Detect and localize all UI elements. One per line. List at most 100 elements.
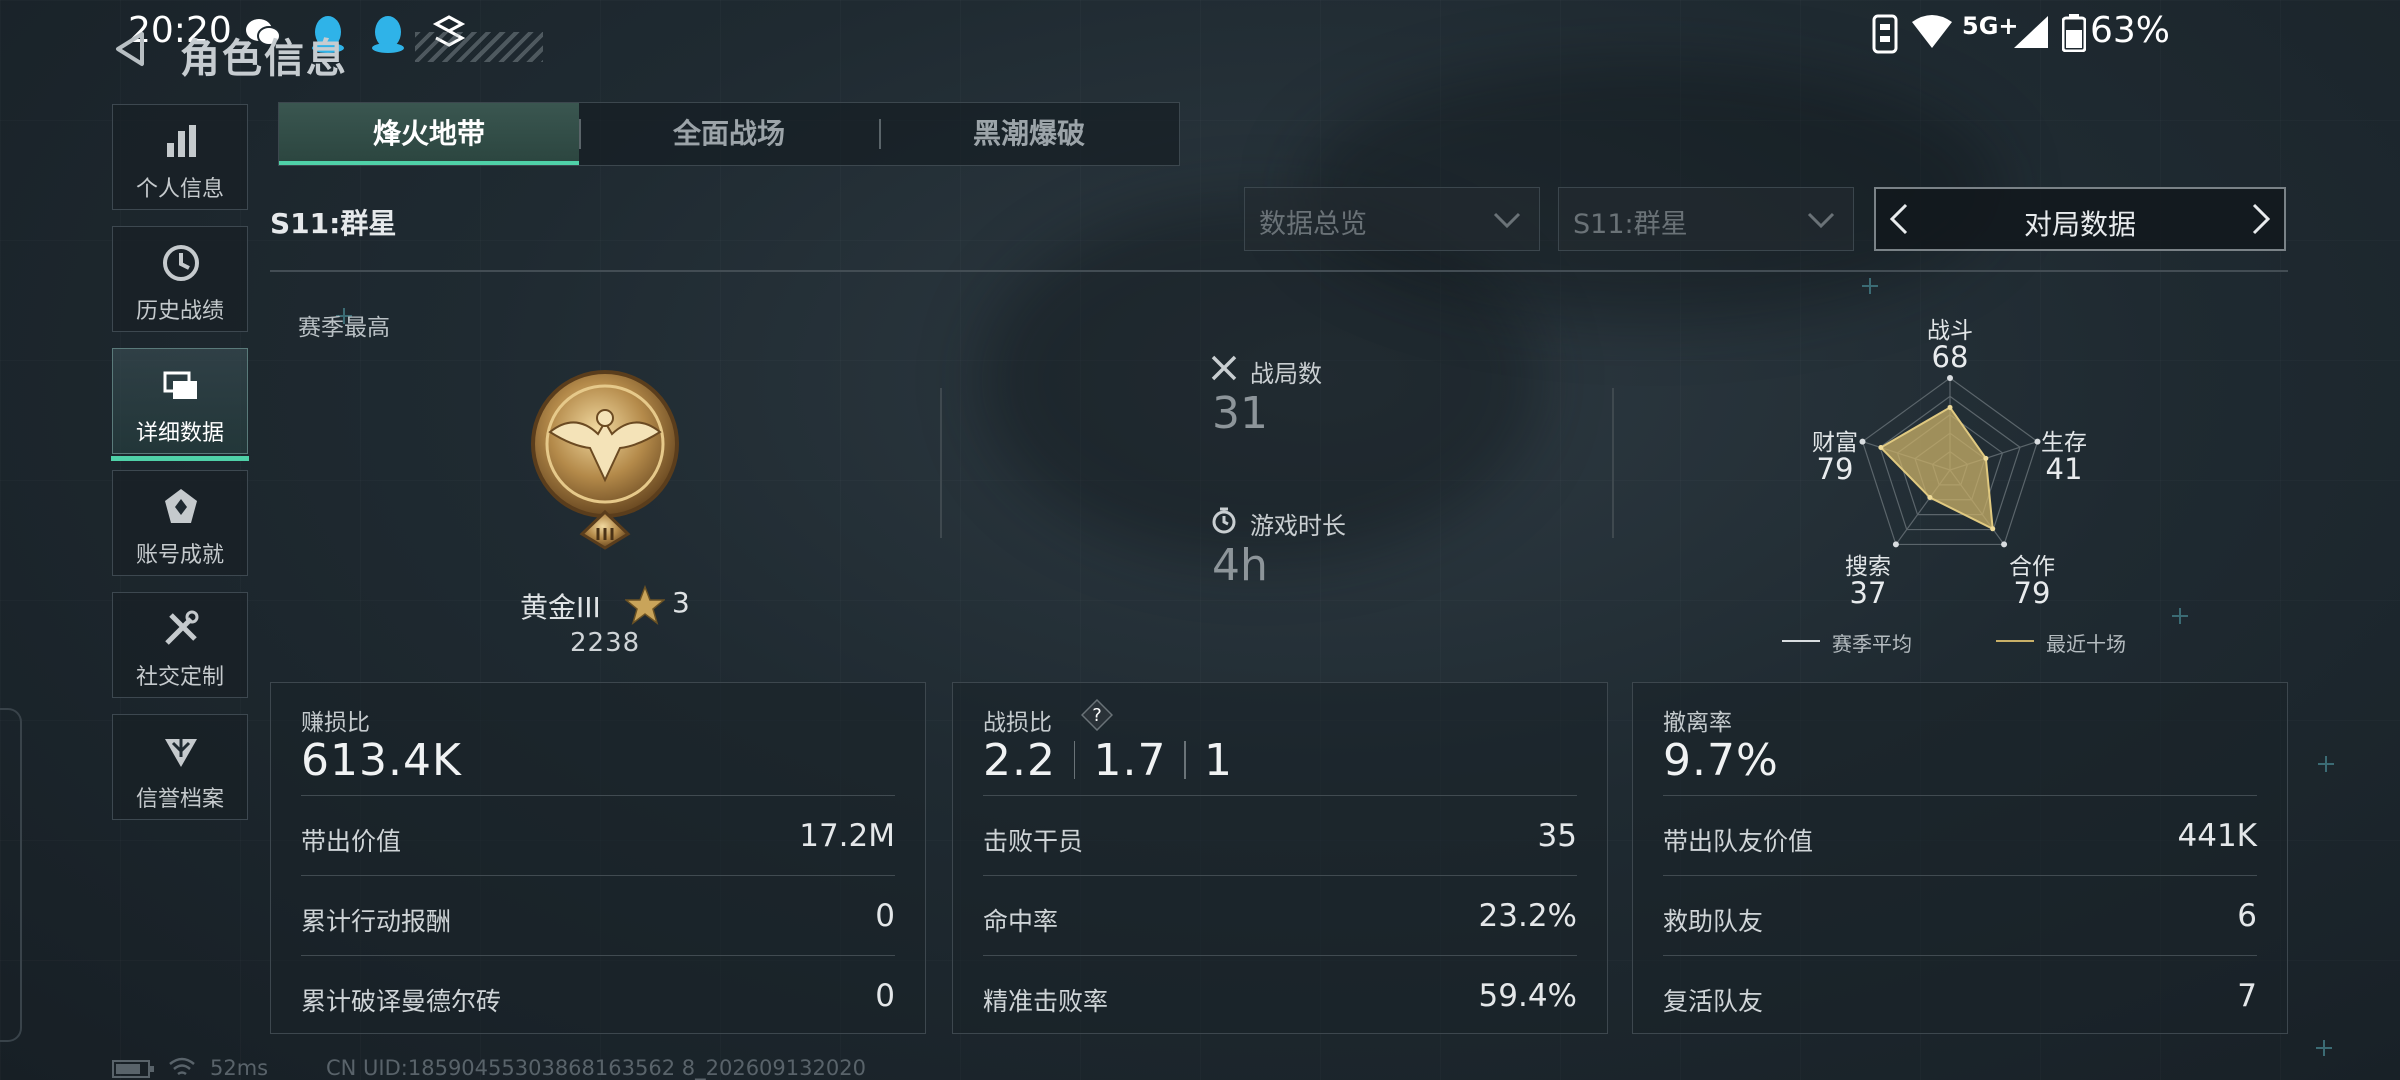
overview-dropdown[interactable]: 数据总览 <box>1244 187 1540 251</box>
edge-drawer-handle[interactable] <box>0 708 22 1042</box>
chevron-down-icon <box>1493 212 1521 229</box>
data-type-switcher: 对局数据 <box>1874 187 2286 251</box>
radar-series-polygon <box>1879 406 1994 531</box>
sidebar-item-label: 历史战绩 <box>135 299 224 324</box>
radar-axis-value: 41 <box>2045 452 2083 486</box>
season-best-label: 赛季最高 <box>298 315 390 341</box>
season-dropdown[interactable]: S11:群星 <box>1558 187 1854 251</box>
kd-card: 战损比 ? 2.2 1.7 1 击败干员 35 命中率 23.2% 精准击败率 59… <box>952 682 1608 1034</box>
rank-name: 黄金III <box>520 591 601 624</box>
stat-row: 复活队友 7 <box>1663 955 2257 1034</box>
decor-cross <box>2316 1040 2332 1056</box>
sidebar-item-history[interactable]: 历史战绩 <box>112 226 248 332</box>
rank-badge-icon <box>531 370 679 550</box>
crossed-swords-icon <box>1211 355 1237 381</box>
stat-row-value: 0 <box>875 898 895 934</box>
decor-cross <box>1862 278 1878 294</box>
legend-label: 赛季平均 <box>1832 632 1912 656</box>
radar-axis-search: 搜索 37 <box>1828 554 1908 610</box>
profit-card: 赚损比 613.4K 带出价值 17.2M 累计行动报酬 0 累计破译曼德尔砖 … <box>270 682 926 1034</box>
stat-row-value: 59.4% <box>1478 978 1577 1014</box>
network-type: 5G+ <box>1962 12 2019 40</box>
radar-axis-dot <box>1892 541 1899 548</box>
user-uid: CN UID:18590455303868163562 8_2026091320… <box>326 1056 866 1080</box>
decor-cross <box>2172 608 2188 624</box>
sidebar-item-label: 个人信息 <box>135 177 224 202</box>
sidebar-item-social[interactable]: 社交定制 <box>112 592 248 698</box>
chevron-down-icon <box>1807 212 1835 229</box>
legend-label: 最近十场 <box>2046 632 2126 656</box>
qq-icon <box>372 16 404 53</box>
title-decoration <box>415 32 543 62</box>
dropdown-value: 数据总览 <box>1259 209 1367 240</box>
legend-swatch-recent <box>1996 640 2034 642</box>
stat-row: 命中率 23.2% <box>983 875 1577 954</box>
vertical-divider <box>940 388 942 538</box>
vertical-divider <box>1612 388 1614 538</box>
radar-axis-dot <box>2001 541 2008 548</box>
stat-row-label: 带出价值 <box>301 827 402 856</box>
history-clock-icon <box>163 245 199 281</box>
radar-series-point <box>1927 495 1933 501</box>
sidebar-item-personal-info[interactable]: 个人信息 <box>112 104 248 210</box>
extraction-card: 撤离率 9.7% 带出队友价值 441K 救助队友 6 复活队友 7 <box>1632 682 2288 1034</box>
radar-axis-value: 79 <box>2013 576 2051 610</box>
stat-row: 累计破译曼德尔砖 0 <box>301 955 895 1034</box>
radar-axis-value: 37 <box>1849 576 1887 610</box>
credit-shield-icon <box>165 739 197 767</box>
radar-axis-wealth: 财富 79 <box>1795 430 1875 484</box>
kd-value: 1.7 <box>1093 735 1167 786</box>
stat-row-label: 命中率 <box>983 907 1059 936</box>
dropdown-value: S11:群星 <box>1573 209 1688 240</box>
sidebar-item-credit[interactable]: 信誉档案 <box>112 714 248 820</box>
sidebar-item-achievements[interactable]: 账号成就 <box>112 470 248 576</box>
stat-row: 累计行动报酬 0 <box>301 875 895 954</box>
stat-row-value: 35 <box>1537 818 1577 854</box>
card-title: 撤离率 <box>1663 710 1732 736</box>
achievement-icon <box>165 489 197 523</box>
stat-row-value: 0 <box>875 978 895 1014</box>
page-title: 角色信息 <box>180 36 348 82</box>
data-type-label: 对局数据 <box>2023 208 2136 241</box>
card-title: 战损比 <box>983 710 1052 736</box>
chevron-right-icon[interactable] <box>2242 201 2278 237</box>
card-title: 赚损比 <box>301 710 370 736</box>
play-time-value: 4h <box>1212 540 1268 591</box>
stat-row-label: 复活队友 <box>1663 987 1764 1016</box>
match-count-label: 战局数 <box>1250 360 1322 388</box>
radar-series-point <box>1990 526 1996 532</box>
card-main-value: 9.7% <box>1663 735 1779 786</box>
stat-row-label: 累计行动报酬 <box>301 907 452 936</box>
radar-axis-survival: 生存 41 <box>2024 430 2104 486</box>
stat-row-label: 带出队友价值 <box>1663 827 1814 856</box>
sidebar-item-label: 信誉档案 <box>135 787 224 812</box>
wifi-icon <box>169 1057 195 1076</box>
tab-all-out-war[interactable]: 全面战场 <box>579 103 879 165</box>
radar-axis-dot <box>1947 375 1953 381</box>
kd-divider <box>1184 741 1186 779</box>
tab-beacon-zone[interactable]: 烽火地带 <box>279 103 579 165</box>
tools-icon <box>165 610 199 645</box>
radar-series-point <box>1878 445 1884 451</box>
radar-series-point <box>1983 455 1989 461</box>
kd-divider <box>1073 741 1076 779</box>
battery-icon <box>2062 14 2086 52</box>
help-icon[interactable]: ? <box>1081 699 1113 731</box>
stat-row: 救助队友 6 <box>1663 875 2257 954</box>
stat-row: 精准击败率 59.4% <box>983 955 1577 1034</box>
sidebar-item-detailed-data[interactable]: 详细数据 <box>111 348 249 461</box>
stat-row-label: 精准击败率 <box>983 987 1109 1016</box>
device-battery-icon <box>112 1060 154 1078</box>
kd-values: 2.2 1.7 1 <box>983 735 1233 786</box>
phone-tool-icon <box>1872 14 1898 54</box>
help-glyph: ? <box>1092 705 1102 726</box>
kd-value: 1 <box>1203 735 1233 786</box>
stat-row: 带出队友价值 441K <box>1663 795 2257 874</box>
sidebar-item-label: 社交定制 <box>135 665 224 690</box>
signal-icon <box>2014 16 2048 48</box>
sidebar-item-label: 详细数据 <box>135 421 224 446</box>
back-arrow-icon[interactable] <box>112 30 150 68</box>
tab-black-tide[interactable]: 黑潮爆破 <box>879 103 1179 165</box>
radar-series-point <box>1947 404 1953 410</box>
mode-tabs: 烽火地带 全面战场 黑潮爆破 <box>278 102 1180 166</box>
